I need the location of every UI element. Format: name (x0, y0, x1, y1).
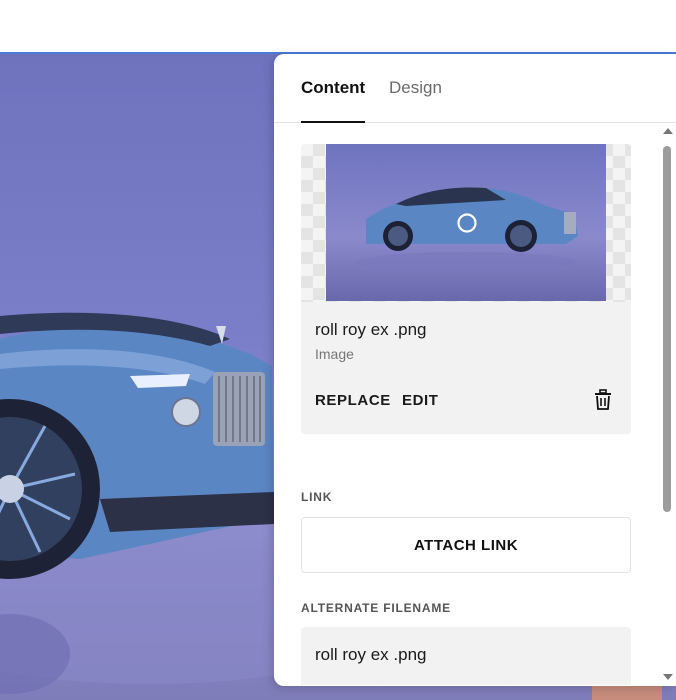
trash-icon[interactable] (593, 389, 613, 411)
image-settings-panel: Content Design roll roy ex .png Image RE… (274, 54, 676, 686)
scrollbar-thumb[interactable] (663, 146, 671, 512)
scroll-up-arrow-icon[interactable] (663, 128, 673, 134)
replace-button[interactable]: REPLACE (315, 392, 391, 409)
scroll-down-arrow-icon[interactable] (663, 674, 673, 680)
image-preview[interactable] (301, 144, 631, 302)
edit-button[interactable]: EDIT (402, 392, 439, 409)
link-section-label: LINK (301, 490, 333, 504)
panel-scrollbar[interactable] (660, 124, 674, 686)
tab-content[interactable]: Content (301, 78, 366, 123)
image-file-name: roll roy ex .png (315, 320, 427, 339)
editor-top-bar (0, 0, 676, 52)
attach-link-button[interactable]: ATTACH LINK (301, 517, 631, 573)
panel-scroll-area[interactable]: roll roy ex .png Image REPLACE EDIT LINK… (274, 124, 676, 686)
image-card: roll roy ex .png Image REPLACE EDIT (301, 144, 631, 434)
image-file-type: Image (315, 346, 354, 362)
tab-design[interactable]: Design (389, 78, 442, 123)
focal-point-icon[interactable] (456, 212, 478, 234)
alternate-filename-input[interactable]: roll roy ex .png (301, 627, 631, 685)
panel-tabs: Content Design (274, 54, 676, 123)
alternate-filename-label: ALTERNATE FILENAME (301, 601, 451, 615)
